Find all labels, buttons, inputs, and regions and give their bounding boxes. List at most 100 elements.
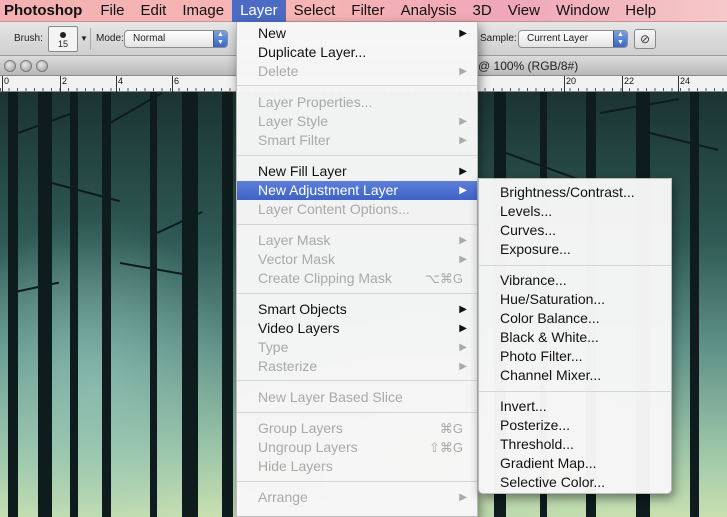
menu-item-create-clipping-mask: Create Clipping Mask ⌥⌘G	[258, 270, 463, 286]
submenu-arrow-icon: ▶	[459, 304, 467, 315]
tree-trunk	[182, 92, 198, 517]
brush-tip-icon	[60, 32, 66, 38]
menu-view[interactable]: View	[500, 0, 548, 22]
tree-trunk	[150, 92, 157, 517]
menu-separator	[237, 85, 477, 86]
menu-item-hide-layers: Hide Layers	[258, 458, 333, 474]
submenu-item-invert[interactable]: Invert...	[479, 397, 671, 416]
submenu-arrow-icon: ▶	[459, 185, 467, 196]
menu-item-ungroup-layers: Ungroup Layers ⇧⌘G	[258, 439, 463, 455]
submenu-arrow-icon: ▶	[459, 66, 467, 77]
submenu-item-color-balance[interactable]: Color Balance...	[479, 309, 671, 328]
menu-file[interactable]: File	[92, 0, 132, 22]
submenu-arrow-icon: ▶	[459, 135, 467, 146]
menu-item-new-layer-based-slice: New Layer Based Slice	[258, 389, 403, 405]
submenu-item-selective-color[interactable]: Selective Color...	[479, 473, 671, 492]
menu-3d[interactable]: 3D	[465, 0, 500, 22]
submenu-arrow-icon: ▶	[459, 361, 467, 372]
menu-item-new-fill-layer[interactable]: New Fill Layer ▶	[237, 162, 477, 181]
brush-size: 15	[57, 39, 68, 49]
divider	[90, 28, 91, 50]
menu-item-arrange: Arrange ▶	[258, 489, 467, 505]
submenu-item-brightness-contrast[interactable]: Brightness/Contrast...	[479, 183, 671, 202]
menu-item-new[interactable]: New ▶	[237, 24, 477, 43]
tree-trunk	[222, 92, 233, 517]
submenu-arrow-icon: ▶	[459, 342, 467, 353]
tree-trunk	[102, 92, 111, 517]
tree-trunk	[70, 92, 78, 517]
brush-picker[interactable]: 15	[48, 26, 78, 52]
menu-item-type: Type ▶	[258, 339, 467, 355]
menu-select[interactable]: Select	[286, 0, 344, 22]
submenu-item-levels[interactable]: Levels...	[479, 202, 671, 221]
menu-separator	[237, 224, 477, 225]
menu-window[interactable]: Window	[548, 0, 617, 22]
submenu-item-curves[interactable]: Curves...	[479, 221, 671, 240]
ruler-label: 22	[624, 76, 635, 86]
submenu-item-posterize[interactable]: Posterize...	[479, 416, 671, 435]
brush-dropdown-icon[interactable]: ▼	[80, 34, 88, 43]
submenu-item-hue-saturation[interactable]: Hue/Saturation...	[479, 290, 671, 309]
menu-item-duplicate-layer[interactable]: Duplicate Layer...	[237, 43, 477, 62]
menu-help[interactable]: Help	[617, 0, 664, 22]
new-adjustment-layer-submenu: Brightness/Contrast... Levels... Curves.…	[478, 178, 672, 494]
submenu-item-black-white[interactable]: Black & White...	[479, 328, 671, 347]
menu-item-layer-content-options: Layer Content Options...	[258, 201, 410, 217]
menu-item-group-layers: Group Layers ⌘G	[258, 420, 463, 436]
menu-filter[interactable]: Filter	[343, 0, 392, 22]
submenu-item-gradient-map[interactable]: Gradient Map...	[479, 454, 671, 473]
submenu-arrow-icon: ▶	[459, 254, 467, 265]
ruler-label: 2	[62, 76, 68, 86]
ruler-label: 0	[4, 76, 10, 86]
menu-item-video-layers[interactable]: Video Layers ▶	[237, 319, 477, 338]
mode-select[interactable]: Normal ▲ ▼	[124, 30, 228, 48]
menu-layer[interactable]: Layer	[232, 0, 286, 22]
menu-item-layer-properties: Layer Properties...	[258, 94, 373, 110]
submenu-arrow-icon: ▶	[459, 235, 467, 246]
menu-separator	[237, 412, 477, 413]
sample-label: Sample:	[480, 33, 517, 44]
submenu-item-exposure[interactable]: Exposure...	[479, 240, 671, 259]
menu-item-vector-mask: Vector Mask ▶	[258, 251, 467, 267]
submenu-item-threshold[interactable]: Threshold...	[479, 435, 671, 454]
ruler-label: 20	[566, 76, 577, 86]
mode-value: Normal	[133, 33, 166, 44]
submenu-item-channel-mixer[interactable]: Channel Mixer...	[479, 366, 671, 385]
submenu-arrow-icon: ▶	[459, 323, 467, 334]
menu-item-layer-style: Layer Style ▶	[258, 113, 467, 129]
menu-item-smart-objects[interactable]: Smart Objects ▶	[237, 300, 477, 319]
tree-branch	[649, 132, 719, 151]
menu-app-photoshop[interactable]: Photoshop	[0, 0, 92, 22]
shortcut-text: ⌥⌘G	[424, 271, 463, 286]
menu-separator	[237, 155, 477, 156]
menu-separator	[237, 293, 477, 294]
submenu-item-photo-filter[interactable]: Photo Filter...	[479, 347, 671, 366]
menu-separator	[237, 481, 477, 482]
menu-item-rasterize: Rasterize ▶	[258, 358, 467, 374]
menu-separator	[479, 265, 671, 266]
ignore-adjustment-layers-icon[interactable]: ⊘	[634, 29, 656, 49]
submenu-arrow-icon: ▶	[459, 166, 467, 177]
ruler-label: 6	[174, 76, 180, 86]
minimize-window-icon[interactable]	[20, 60, 32, 72]
menu-separator	[479, 391, 671, 392]
brush-label: Brush:	[14, 33, 43, 44]
menu-item-smart-filter: Smart Filter ▶	[258, 132, 467, 148]
menu-item-new-adjustment-layer[interactable]: New Adjustment Layer ▶	[237, 181, 477, 200]
submenu-arrow-icon: ▶	[459, 116, 467, 127]
ruler-label: 24	[680, 76, 691, 86]
shortcut-text: ⌘G	[439, 421, 463, 436]
close-window-icon[interactable]	[4, 60, 16, 72]
ruler-label: 4	[118, 76, 124, 86]
menu-separator	[237, 380, 477, 381]
menu-analysis[interactable]: Analysis	[393, 0, 465, 22]
menu-image[interactable]: Image	[174, 0, 232, 22]
menu-edit[interactable]: Edit	[133, 0, 175, 22]
zoom-window-icon[interactable]	[36, 60, 48, 72]
submenu-arrow-icon: ▶	[459, 28, 467, 39]
submenu-item-vibrance[interactable]: Vibrance...	[479, 271, 671, 290]
sample-select[interactable]: Current Layer ▲ ▼	[518, 30, 628, 48]
submenu-arrow-icon: ▶	[459, 492, 467, 503]
menu-bar: Photoshop File Edit Image Layer Select F…	[0, 0, 727, 22]
sample-value: Current Layer	[527, 33, 589, 44]
